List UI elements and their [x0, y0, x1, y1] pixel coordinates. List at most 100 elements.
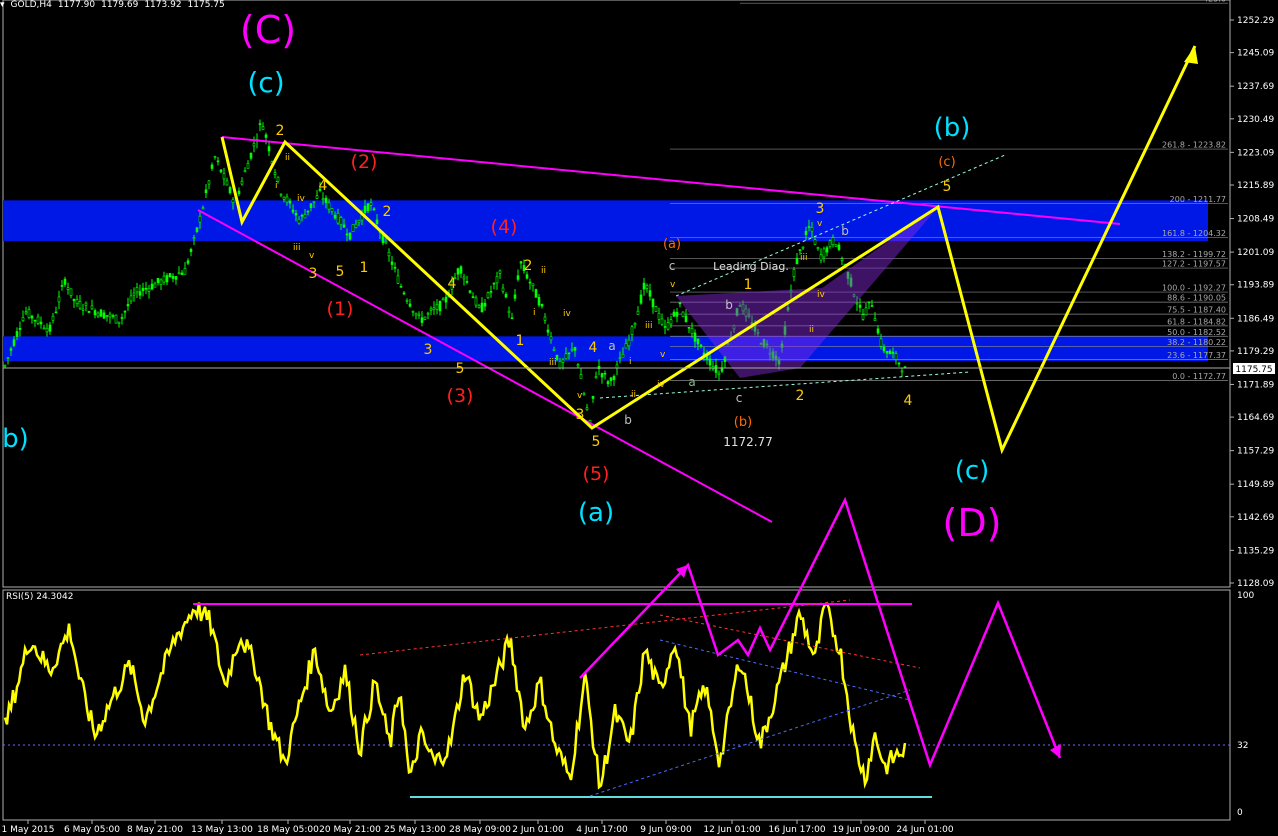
candle-body: [900, 370, 904, 373]
candle-body: [897, 362, 901, 365]
candle-body: [261, 126, 265, 130]
label-v-top: v: [817, 219, 823, 229]
candle-body: [69, 288, 73, 296]
candle-body: [288, 200, 292, 204]
label-b-left: (b): [0, 424, 29, 454]
label-iii-top: iii: [800, 253, 808, 263]
current-price-label: 1175.75: [1235, 365, 1272, 375]
candle-body: [531, 283, 535, 287]
candle-body: [471, 296, 475, 299]
candle-body: [570, 348, 574, 351]
candle-body: [876, 328, 880, 334]
time-tick-label-13: 19 Jun 09:00: [832, 825, 889, 835]
candle-body: [525, 274, 529, 279]
label-iv: iv: [297, 194, 306, 204]
label-wave-2-red: (2): [351, 151, 378, 173]
candle-body: [342, 224, 346, 228]
candle-body: [465, 281, 469, 283]
candle-body: [891, 351, 895, 354]
candle-body: [414, 312, 418, 316]
rsi-panel-frame: [2, 589, 1231, 821]
candle-body: [297, 218, 301, 224]
fib-label-4: 138.2 - 1199.72: [1162, 250, 1226, 259]
candle-body: [411, 310, 415, 313]
candle-body: [798, 249, 802, 251]
price-tick-label-11: 1171.89: [1237, 380, 1274, 390]
candle-body: [564, 353, 568, 360]
candle-body: [3, 364, 7, 367]
time-tick-label-2: 8 May 21:00: [127, 825, 183, 835]
candle-body: [237, 190, 241, 195]
candle-body: [495, 276, 499, 284]
candle-body: [60, 285, 64, 287]
label-iii-small: iii: [645, 321, 653, 331]
candle-body: [507, 310, 511, 314]
candle-body: [678, 302, 682, 305]
candle-body: [546, 329, 550, 333]
candle-body: [513, 294, 517, 299]
candle-body: [585, 407, 589, 410]
candle-body: [558, 360, 562, 369]
candle-body: [657, 312, 661, 320]
label-5-yellow: 5: [943, 179, 952, 195]
candle-body: [267, 146, 271, 152]
candle-body: [819, 254, 823, 261]
candle-body: [879, 338, 883, 347]
candle-body: [534, 289, 538, 298]
candle-body: [873, 318, 877, 321]
candle-body: [552, 349, 556, 351]
label-wave-5-red: (5): [583, 463, 610, 485]
candle-body: [543, 316, 547, 321]
label-v-low: v: [577, 391, 583, 401]
open-value: 1177.90: [57, 0, 96, 10]
candle-body: [231, 199, 235, 203]
candle-body: [480, 302, 484, 313]
label-1-yellow: 1: [744, 277, 753, 293]
label-ii-mid: ii: [541, 266, 546, 276]
candle-body: [834, 244, 838, 247]
candle-body: [171, 275, 175, 279]
candle-body: [183, 268, 187, 275]
rsi-scale-100: 100: [1237, 591, 1254, 601]
candle-body: [45, 327, 49, 333]
label-iv-mid: iv: [563, 309, 572, 319]
candle-body: [126, 304, 130, 307]
label-3-low: 3: [576, 407, 585, 423]
candle-body: [885, 350, 889, 354]
candle-body: [36, 316, 40, 324]
label-iv-small: iv: [657, 380, 666, 390]
candle-body: [432, 307, 436, 310]
time-tick-label-3: 13 May 13:00: [191, 825, 253, 835]
candle-body: [828, 240, 832, 248]
candle-body: [198, 215, 202, 223]
label-iv-top: iv: [817, 290, 826, 300]
price-tick-label-2: 1237.69: [1237, 82, 1274, 92]
candle-body: [591, 395, 595, 399]
fib-label-12: 23.6 - 1177.37: [1167, 351, 1226, 360]
symbol-info-bar: ▾ GOLD,H4 1177.90 1179.69 1173.92 1175.75: [0, 0, 231, 10]
label-4-mid: 4: [448, 276, 457, 292]
candle-body: [363, 205, 367, 213]
label-3: 3: [309, 266, 318, 282]
candle-body: [57, 296, 61, 303]
time-tick-label-12: 16 Jun 17:00: [768, 825, 825, 835]
candle-body: [306, 210, 310, 213]
candle-body: [519, 261, 523, 264]
candle-body: [216, 160, 220, 163]
candle-body: [582, 393, 586, 396]
label-b-grey-mid: b: [725, 298, 733, 312]
dropdown-arrow-icon[interactable]: ▾: [0, 0, 5, 10]
candle-body: [315, 195, 319, 199]
candle-body: [429, 308, 433, 311]
candle-body: [690, 328, 694, 334]
fib-label-5: 127.2 - 1197.57: [1162, 260, 1226, 269]
fib-label-13: 0.0 - 1172.77: [1172, 372, 1226, 381]
candle-body: [396, 275, 400, 284]
label-ii: ii: [285, 153, 290, 163]
candle-body: [321, 198, 325, 201]
price-tick-label-8: 1193.89: [1237, 281, 1274, 291]
candle-body: [474, 297, 478, 306]
candle-body: [174, 276, 178, 280]
candle-body: [888, 350, 892, 355]
candle-body: [423, 316, 427, 320]
